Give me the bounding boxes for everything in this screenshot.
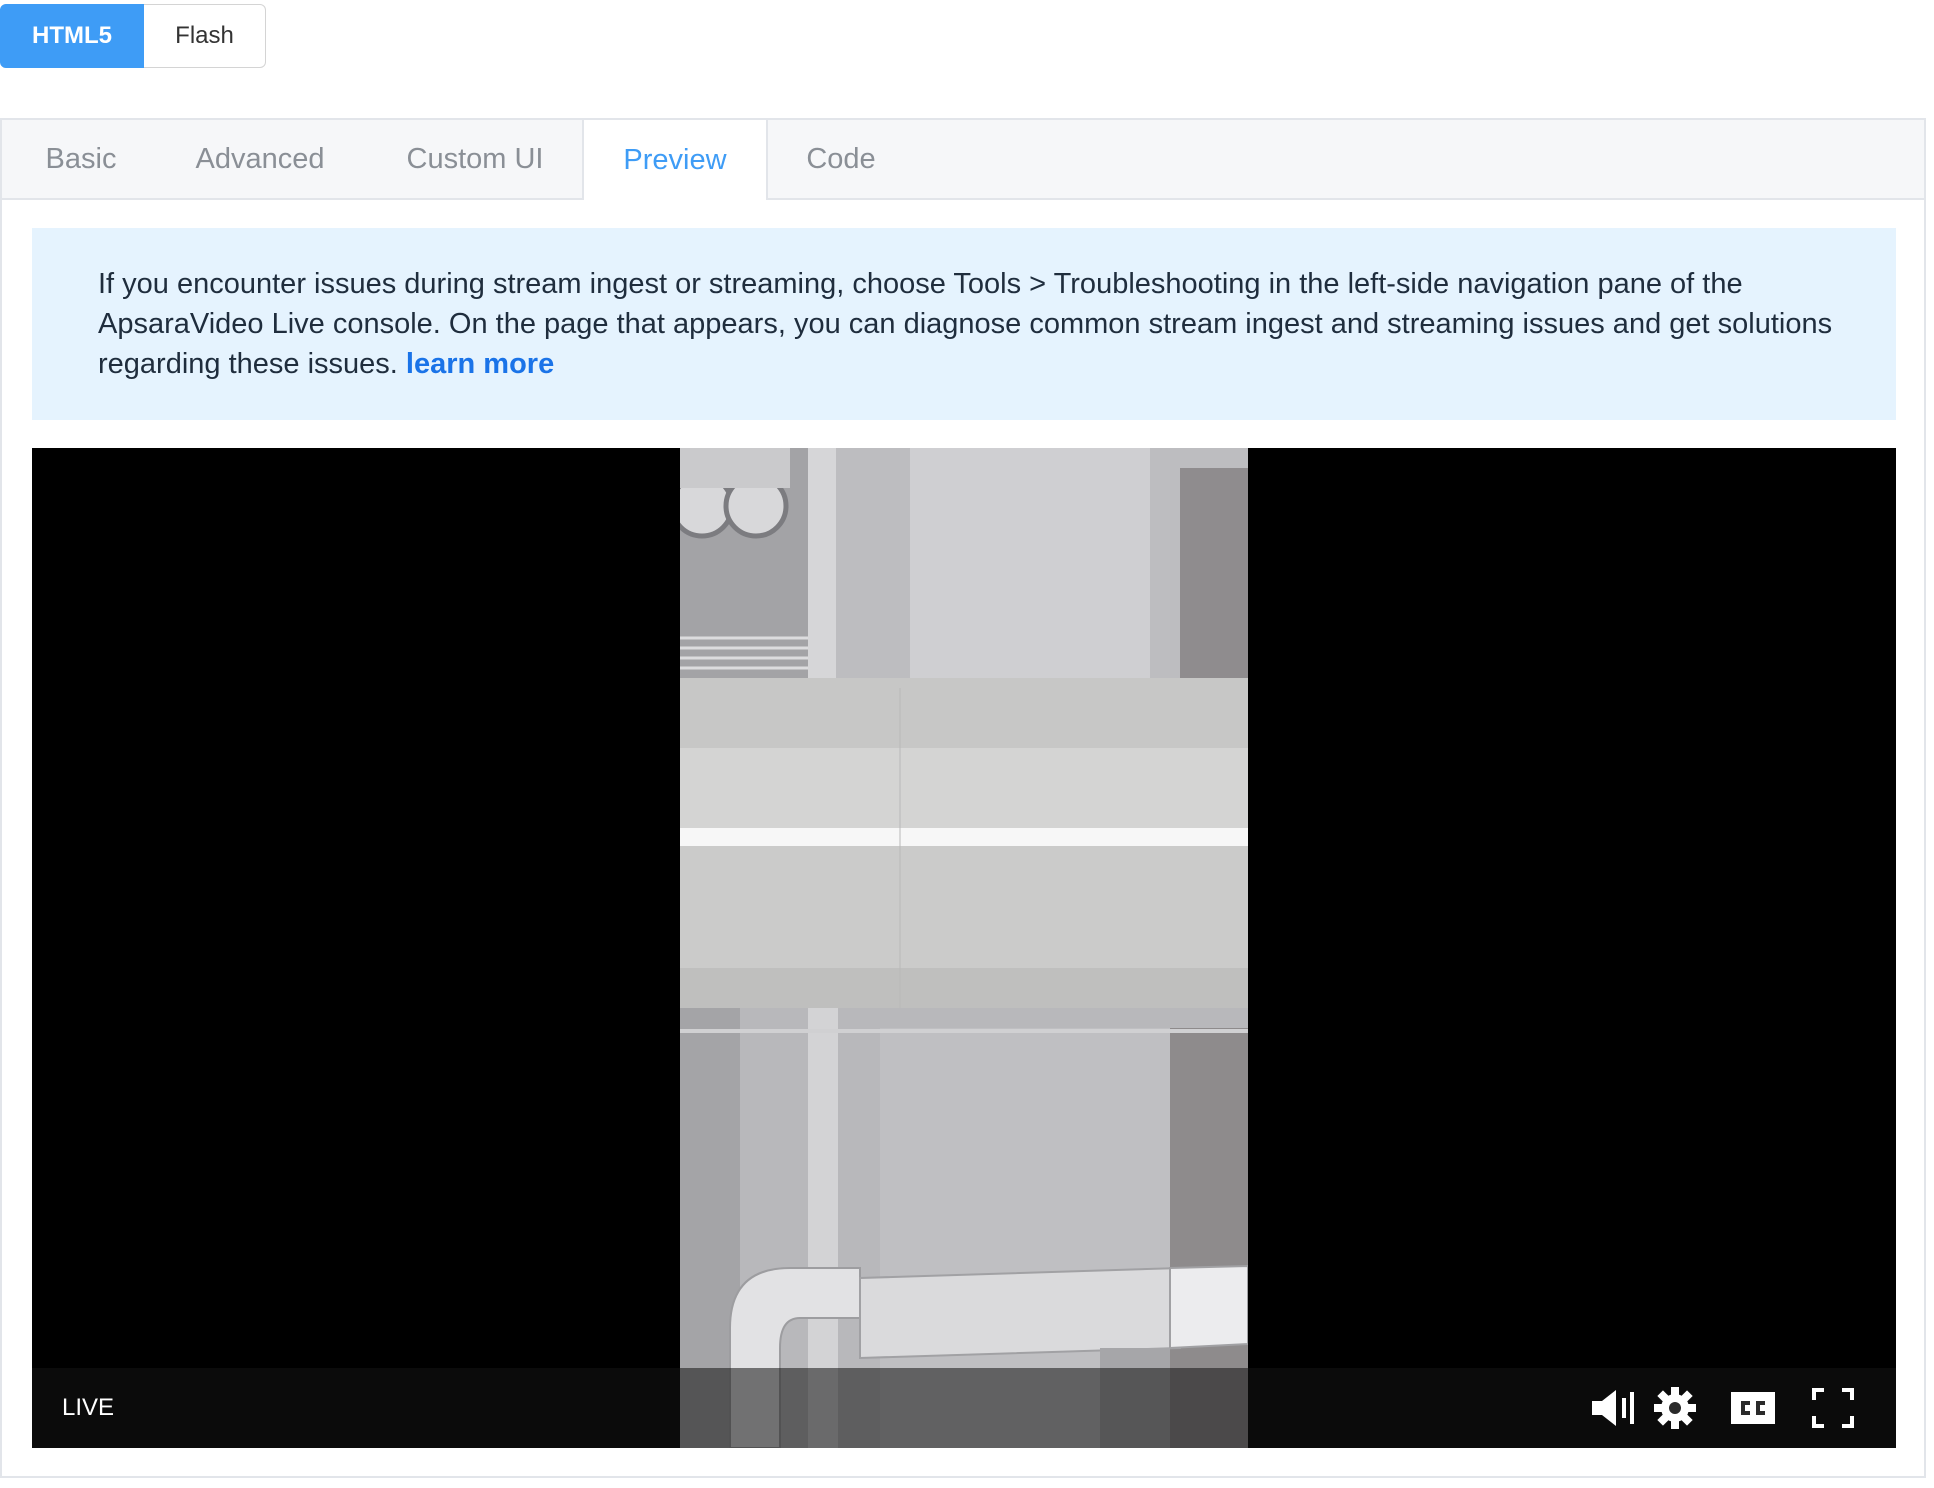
troubleshooting-notice: If you encounter issues during stream in… [32, 228, 1896, 420]
closed-captions-icon[interactable] [1730, 1386, 1776, 1430]
flash-mode-button[interactable]: Flash [144, 4, 266, 68]
tab-bar: Basic Advanced Custom UI Preview Code [2, 120, 1924, 200]
tab-basic[interactable]: Basic [22, 120, 140, 198]
fullscreen-icon[interactable] [1810, 1386, 1856, 1430]
live-indicator: LIVE [62, 1394, 115, 1421]
player-mode-toggle: HTML5 Flash [0, 4, 266, 68]
tab-advanced[interactable]: Advanced [172, 120, 348, 198]
tab-code[interactable]: Code [782, 120, 900, 198]
demo-panel: Basic Advanced Custom UI Preview Code If… [0, 118, 1926, 1478]
volume-icon[interactable] [1590, 1386, 1636, 1430]
video-still-image [680, 448, 1248, 1448]
tab-custom-ui[interactable]: Custom UI [382, 120, 568, 198]
html5-mode-button[interactable]: HTML5 [0, 4, 144, 68]
learn-more-link[interactable]: learn more [406, 348, 554, 380]
video-player[interactable]: LIVE [32, 448, 1896, 1448]
settings-gear-icon[interactable] [1652, 1386, 1698, 1430]
video-frame [680, 448, 1248, 1448]
tab-preview[interactable]: Preview [582, 120, 768, 200]
player-control-bar: LIVE [32, 1368, 1896, 1448]
notice-text: If you encounter issues during stream in… [98, 268, 1833, 380]
